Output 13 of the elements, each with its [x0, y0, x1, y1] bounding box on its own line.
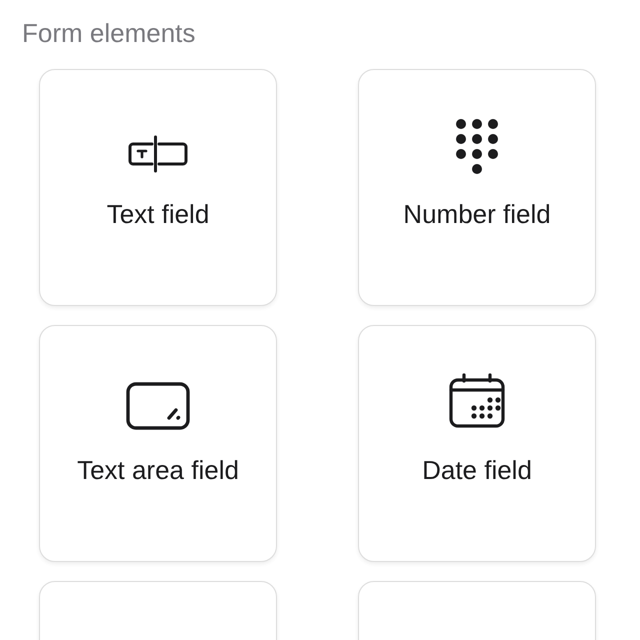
section-title: Form elements [21, 17, 196, 49]
form-element-card[interactable]: Date field [358, 325, 596, 562]
form-element-card[interactable]: Number field [358, 69, 596, 306]
card-label: Text field [106, 199, 210, 230]
card-label: Date field [422, 455, 532, 486]
form-element-card[interactable]: Text field [39, 69, 277, 306]
calendar-icon [448, 372, 506, 430]
text-area-icon [126, 382, 190, 430]
form-element-card[interactable]: Text area field [39, 325, 277, 562]
keypad-icon [456, 119, 498, 174]
card-label: Number field [403, 199, 551, 230]
card-label: Text area field [77, 455, 239, 486]
text-field-icon [127, 134, 189, 174]
